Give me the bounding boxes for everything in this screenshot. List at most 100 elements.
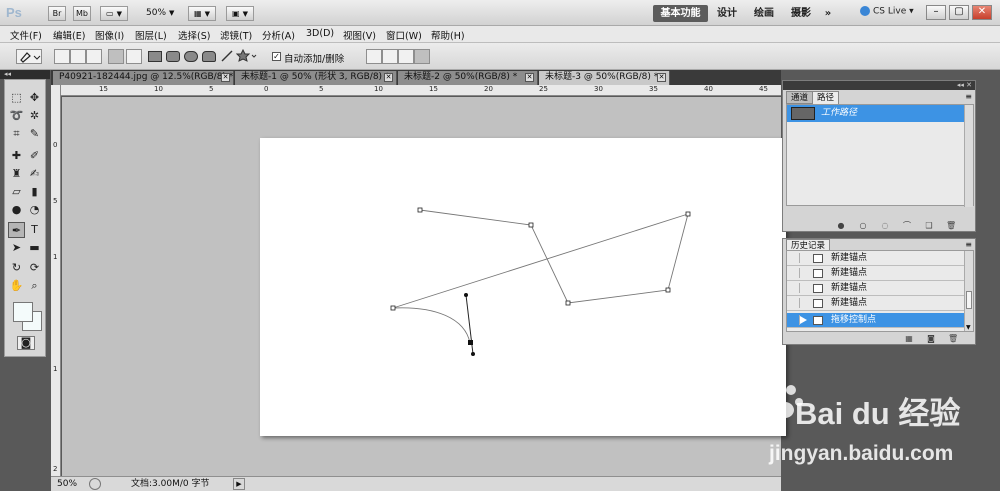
3d-orbit-icon[interactable]: ⟳ (26, 260, 43, 276)
hand-icon[interactable]: ✋ (8, 278, 25, 294)
brush-icon[interactable]: ✐ (26, 148, 43, 164)
history-scrollbar[interactable]: ▼ (964, 251, 973, 331)
paths-mode[interactable] (70, 49, 86, 64)
magic-wand-icon[interactable]: ✲ (26, 108, 43, 124)
foreground-color-swatch[interactable] (13, 302, 33, 322)
anchor-point[interactable] (685, 211, 691, 217)
panel-collapse-bar[interactable]: ◂◂ ✕ (783, 81, 975, 90)
bridge-button[interactable]: Br (48, 6, 66, 21)
canvas-area[interactable] (62, 97, 786, 476)
tab-doc-3[interactable]: 未标题-2 @ 50%(RGB/8) * ✕ (398, 71, 538, 85)
close-icon[interactable]: ✕ (384, 73, 393, 82)
stroke-path-icon[interactable]: ○ (858, 221, 868, 230)
document-canvas[interactable] (260, 138, 786, 436)
gradient-icon[interactable]: ▮ (26, 184, 43, 200)
history-item-active[interactable]: 拖移控制点 (787, 313, 965, 328)
healing-brush-icon[interactable]: ✚ (8, 148, 25, 164)
path-combine-intersect[interactable] (398, 49, 414, 64)
history-item[interactable]: 新建锚点 (787, 296, 965, 311)
anchor-point[interactable] (665, 287, 671, 293)
history-item[interactable]: 新建锚点 (787, 281, 965, 296)
make-work-path-icon[interactable]: ⌒ (902, 221, 912, 230)
menu-window[interactable]: 窗口(W) (386, 28, 422, 42)
freeform-pen-button[interactable] (126, 49, 142, 64)
history-item[interactable]: 新建锚点 (787, 251, 965, 266)
snapshot-icon[interactable]: ◙ (926, 334, 936, 343)
menu-3d[interactable]: 3D(D) (306, 28, 334, 39)
status-info-icon[interactable] (89, 478, 101, 490)
zoom-icon[interactable]: ⌕ (26, 278, 43, 294)
dodge-icon[interactable]: ◔ (26, 202, 43, 218)
ellipse-shape-icon[interactable] (184, 51, 198, 62)
quick-mask-icon[interactable]: ◙ (17, 336, 35, 350)
zoom-level-select[interactable]: 50% ▼ (146, 8, 174, 18)
work-path-drawing[interactable] (260, 138, 786, 436)
anchor-point[interactable] (565, 300, 571, 306)
tab-doc-1[interactable]: P40921-182444.jpg @ 12.5%(RGB/8) * ✕ (53, 71, 234, 85)
anchor-point[interactable] (417, 207, 423, 213)
status-zoom[interactable]: 50% (57, 477, 77, 491)
delete-path-icon[interactable]: 🗑 (946, 221, 956, 230)
toolbox-collapse-icon[interactable]: ◂◂ (0, 70, 50, 79)
close-icon[interactable]: ✕ (525, 73, 534, 82)
tab-channels[interactable]: 通道 (786, 91, 814, 104)
selected-anchor-point[interactable] (468, 340, 473, 345)
fill-path-icon[interactable]: ● (836, 221, 846, 230)
horizontal-ruler[interactable]: 15 10 5 0 5 10 15 20 25 30 35 40 45 (61, 85, 781, 96)
eyedropper-icon[interactable]: ✎ (26, 126, 43, 142)
line-shape-icon[interactable] (220, 49, 236, 64)
history-menu-icon[interactable]: ≡ (965, 240, 972, 249)
polygon-shape-icon[interactable] (202, 51, 216, 62)
menu-image[interactable]: 图像(I) (95, 28, 124, 42)
path-combine-exclude[interactable] (414, 49, 430, 64)
screen-mode-button[interactable]: ▣ ▼ (226, 6, 254, 21)
menu-select[interactable]: 选择(S) (178, 28, 210, 42)
menu-view[interactable]: 视图(V) (343, 28, 376, 42)
eraser-icon[interactable]: ▱ (8, 184, 25, 200)
path-combine-subtract[interactable] (382, 49, 398, 64)
type-icon[interactable]: T (26, 222, 43, 238)
menu-help[interactable]: 帮助(H) (431, 28, 465, 42)
tab-doc-4[interactable]: 未标题-3 @ 50%(RGB/8) * ✕ (539, 71, 670, 85)
close-icon[interactable]: ✕ (221, 73, 230, 82)
vertical-ruler[interactable]: 0 5 1 1 2 (51, 85, 61, 476)
path-combine-add[interactable] (366, 49, 382, 64)
pen-mode-button[interactable] (108, 49, 124, 64)
load-selection-icon[interactable]: ◌ (880, 221, 890, 230)
close-button[interactable]: ✕ (972, 5, 992, 20)
workspace-design[interactable]: 设计 (711, 5, 743, 22)
menu-file[interactable]: 文件(F) (10, 28, 42, 42)
auto-add-delete-checkbox[interactable]: ✓ (272, 52, 281, 61)
rounded-rect-shape-icon[interactable] (166, 51, 180, 62)
lasso-icon[interactable]: ➰ (8, 108, 25, 124)
history-brush-icon[interactable]: ✍ (26, 166, 43, 182)
menu-layer[interactable]: 图层(L) (135, 28, 167, 42)
menu-edit[interactable]: 编辑(E) (53, 28, 85, 42)
fill-pixels-mode[interactable] (86, 49, 102, 64)
control-handle[interactable] (471, 352, 475, 356)
menu-filter[interactable]: 滤镜(T) (220, 28, 252, 42)
anchor-point[interactable] (528, 222, 534, 228)
workspace-essentials[interactable]: 基本功能 (653, 5, 708, 22)
blur-icon[interactable]: ● (8, 202, 25, 218)
panel-menu-icon[interactable]: ≡ (965, 92, 972, 101)
3d-rotate-icon[interactable]: ↻ (8, 260, 25, 276)
status-menu-arrow-icon[interactable]: ▶ (233, 478, 245, 490)
more-workspaces-icon[interactable]: » (820, 5, 836, 22)
tool-preset-picker[interactable] (16, 49, 42, 64)
history-item[interactable]: 新建锚点 (787, 266, 965, 281)
workspace-photography[interactable]: 摄影 (785, 5, 817, 22)
workspace-painting[interactable]: 绘画 (748, 5, 780, 22)
arrange-documents-button[interactable]: ▦ ▼ (188, 6, 216, 21)
delete-state-icon[interactable]: 🗑 (948, 334, 958, 343)
shape-icon[interactable]: ▬ (26, 240, 43, 256)
cs-live-menu[interactable]: CS Live ▾ (860, 6, 914, 17)
crop-icon[interactable]: ⌗ (8, 126, 25, 142)
stamp-icon[interactable]: ♜ (8, 166, 25, 182)
work-path-row[interactable]: 工作路径 (787, 105, 965, 122)
menu-analysis[interactable]: 分析(A) (262, 28, 295, 42)
maximize-button[interactable]: ▢ (949, 5, 969, 20)
mini-bridge-button[interactable]: Mb (73, 6, 91, 21)
anchor-point[interactable] (390, 305, 396, 311)
new-path-icon[interactable]: ❑ (924, 221, 934, 230)
